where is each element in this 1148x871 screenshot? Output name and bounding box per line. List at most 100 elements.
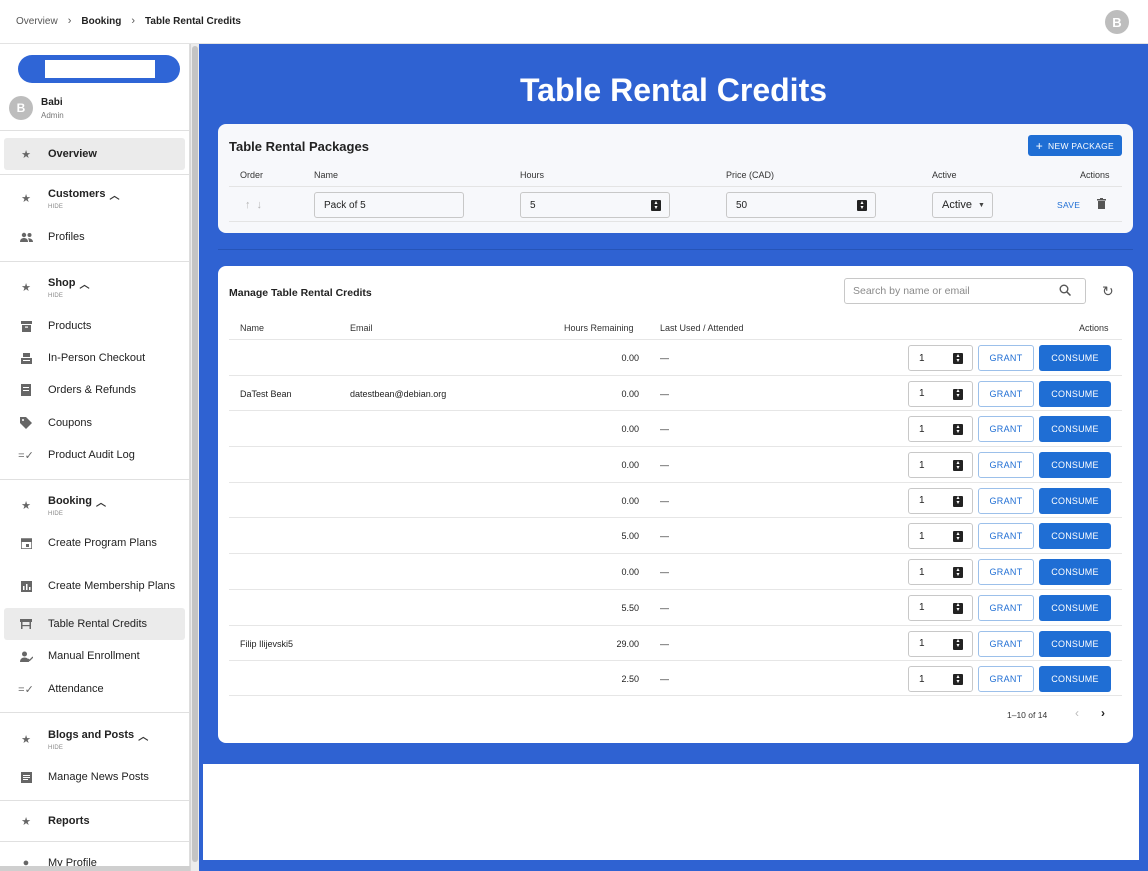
stepper-icon[interactable]: ▴ ▾ [953, 353, 963, 364]
calendar-icon [4, 537, 48, 549]
sidebar-item-in-person-checkout[interactable]: In-Person Checkout [4, 342, 185, 374]
grant-button[interactable]: GRANT [978, 416, 1034, 443]
quantity-stepper[interactable]: 1 ▴ ▾ [908, 630, 973, 657]
stepper-icon[interactable]: ▴ ▾ [953, 424, 963, 436]
table-row: Filip Ilijevski5 29.00 — 1 ▴ ▾ GRANT CONSUME [229, 624, 1122, 661]
sidebar-item-create-membership-plans[interactable]: Create Membership Plans [4, 568, 185, 604]
quantity-stepper[interactable]: 1 ▴ ▾ [908, 487, 973, 514]
sidebar-item-table-rental-credits[interactable]: Table Rental Credits [4, 608, 185, 640]
sidebar-item-coupons[interactable]: Coupons [4, 407, 185, 439]
quantity-stepper[interactable]: 1 ▴ ▾ [908, 345, 973, 371]
stepper-icon[interactable]: ▴ ▾ [953, 388, 963, 400]
reorder-arrows-icon[interactable]: ↑↓ [245, 199, 268, 211]
active-select[interactable]: Active ▼ [932, 192, 993, 218]
section-hide-toggle[interactable]: HIDE [48, 204, 119, 210]
stepper-icon[interactable]: ▴ ▾ [953, 567, 963, 579]
new-package-label: NEW PACKAGE [1048, 140, 1114, 151]
consume-button[interactable]: CONSUME [1039, 630, 1111, 657]
quantity-stepper[interactable]: 1 ▴ ▾ [908, 594, 973, 621]
sidebar-item-manage-news-posts[interactable]: Manage News Posts [4, 761, 185, 793]
section-hide-toggle[interactable]: HIDE [48, 745, 148, 751]
stepper-icon[interactable]: ▴ ▾ [953, 495, 963, 507]
search-input[interactable]: Search by name or email [844, 278, 1086, 304]
stepper-icon[interactable]: ▴ ▾ [953, 638, 963, 650]
account-avatar[interactable]: B [1105, 10, 1129, 34]
stepper-icon[interactable]: ▴ ▾ [953, 460, 963, 472]
sidebar-item-reports[interactable]: ★ Reports [4, 805, 185, 837]
stepper-icon[interactable]: ▴ ▾ [953, 674, 963, 686]
consume-button[interactable]: CONSUME [1039, 559, 1111, 586]
pagination-info: 1–10 of 14 [1007, 710, 1048, 720]
sidebar-item-label: Manual Enrollment [48, 650, 140, 662]
consume-button[interactable]: CONSUME [1039, 666, 1111, 693]
grant-button[interactable]: GRANT [978, 380, 1034, 407]
credits-table: 0.00—1 ▴ ▾ GRANT CONSUME DaTest Bean datestbea… [229, 339, 1122, 696]
divider [0, 712, 189, 713]
scrollbar-thumb[interactable] [192, 46, 198, 862]
grant-button[interactable]: GRANT [978, 452, 1034, 479]
section-shop[interactable]: ★ Shop ︿ HIDE [4, 271, 185, 303]
sidebar-item-attendance[interactable]: =✓ Attendance [4, 673, 185, 705]
sidebar-item-label: Attendance [48, 683, 104, 695]
section-blogs[interactable]: ★ Blogs and Posts ︿ HIDE [4, 723, 185, 755]
section-hide-toggle[interactable]: HIDE [48, 293, 90, 299]
sidebar-scrollbar[interactable] [190, 44, 199, 871]
grant-button[interactable]: GRANT [978, 559, 1034, 586]
sidebar-item-orders-refunds[interactable]: Orders & Refunds [4, 374, 185, 406]
sidebar-item-products[interactable]: Products [4, 310, 185, 342]
breadcrumb-booking[interactable]: Booking [81, 16, 121, 27]
consume-button[interactable]: CONSUME [1039, 345, 1111, 371]
next-page-icon[interactable]: › [1101, 706, 1105, 720]
package-name-field[interactable]: Pack of 5 [314, 192, 464, 218]
breadcrumb-overview[interactable]: Overview [16, 16, 58, 27]
stepper-icon[interactable]: ▴ ▾ [953, 602, 963, 614]
quantity-stepper[interactable]: 1 ▴ ▾ [908, 666, 973, 693]
receipt-icon [4, 384, 48, 396]
grant-button[interactable]: GRANT [978, 630, 1034, 657]
column-header: Last Used / Attended [660, 323, 744, 333]
quantity-stepper[interactable]: 1 ▴ ▾ [908, 523, 973, 550]
stepper-icon[interactable]: ▴ ▾ [651, 200, 661, 211]
consume-button[interactable]: CONSUME [1039, 380, 1111, 407]
section-booking[interactable]: ★ Booking ︿ HIDE [4, 489, 185, 521]
sidebar-item-overview[interactable]: ★ Overview [4, 138, 185, 170]
horizontal-scrollbar[interactable] [0, 866, 190, 871]
stepper-icon[interactable]: ▴ ▾ [857, 200, 867, 211]
grant-button[interactable]: GRANT [978, 345, 1034, 371]
trash-icon[interactable] [1097, 198, 1106, 212]
grant-button[interactable]: GRANT [978, 666, 1034, 693]
sidebar-item-profiles[interactable]: Profiles [4, 221, 185, 253]
sidebar-item-create-program-plans[interactable]: Create Program Plans [4, 527, 185, 559]
grant-button[interactable]: GRANT [978, 594, 1034, 621]
sidebar-item-manual-enrollment[interactable]: Manual Enrollment [4, 640, 185, 672]
star-icon: ★ [21, 499, 31, 512]
previous-page-icon[interactable]: ‹ [1075, 706, 1079, 720]
grant-button[interactable]: GRANT [978, 523, 1034, 550]
consume-button[interactable]: CONSUME [1039, 594, 1111, 621]
search-icon[interactable] [1059, 284, 1072, 297]
breadcrumb-current: Table Rental Credits [145, 15, 241, 27]
column-header: Actions [1079, 323, 1109, 333]
package-price-field[interactable]: 50 ▴ ▾ [726, 192, 876, 218]
quantity-stepper[interactable]: 1 ▴ ▾ [908, 452, 973, 479]
stepper-icon[interactable]: ▴ ▾ [953, 531, 963, 543]
consume-button[interactable]: CONSUME [1039, 523, 1111, 550]
consume-button[interactable]: CONSUME [1039, 452, 1111, 479]
brand-logo[interactable] [18, 55, 180, 83]
quantity-stepper[interactable]: 1 ▴ ▾ [908, 416, 973, 443]
refresh-icon[interactable]: ↻ [1102, 283, 1114, 300]
quantity-stepper[interactable]: 1 ▴ ▾ [908, 559, 973, 586]
row-last-used: — [660, 567, 669, 578]
new-package-button[interactable]: + NEW PACKAGE [1027, 135, 1122, 156]
section-hide-toggle[interactable]: HIDE [48, 511, 106, 517]
consume-button[interactable]: CONSUME [1039, 487, 1111, 514]
section-customers[interactable]: ★ Customers ︿ HIDE [4, 182, 185, 214]
quantity-value: 1 [919, 423, 925, 435]
save-button[interactable]: SAVE [1057, 200, 1080, 210]
column-header: Name [314, 170, 339, 180]
quantity-stepper[interactable]: 1 ▴ ▾ [908, 380, 973, 407]
sidebar-item-product-audit-log[interactable]: =✓ Product Audit Log [4, 439, 185, 471]
consume-button[interactable]: CONSUME [1039, 416, 1111, 443]
grant-button[interactable]: GRANT [978, 487, 1034, 514]
package-hours-field[interactable]: 5 ▴ ▾ [520, 192, 670, 218]
